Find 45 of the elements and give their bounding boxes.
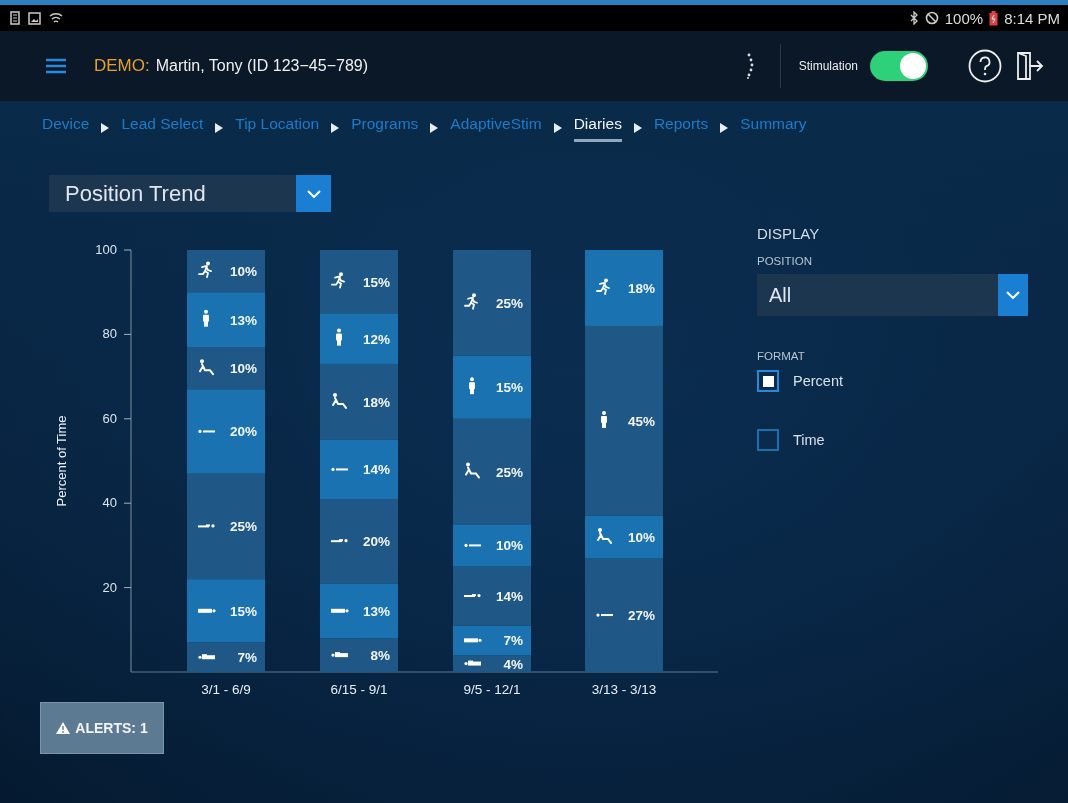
display-heading: DISPLAY <box>757 225 820 242</box>
data-label: 10% <box>627 529 655 545</box>
axis-title: Percent of Time <box>54 415 69 507</box>
data-label: 7% <box>503 633 523 649</box>
data-label: 15% <box>495 380 523 396</box>
data-label: 20% <box>229 424 257 440</box>
data-label: 4% <box>503 656 523 672</box>
data-label: 25% <box>495 464 523 480</box>
data-label: 18% <box>627 281 655 296</box>
tick-label: 40 <box>102 495 117 511</box>
checkbox-label: Percent <box>793 373 843 389</box>
tick-label: 20 <box>102 579 117 595</box>
category-label: 6/15 - 9/1 <box>330 682 388 697</box>
data-label: 45% <box>627 413 655 429</box>
category-label: 3/13 - 3/13 <box>591 682 657 697</box>
tick-label: 100 <box>95 242 117 257</box>
tick-label: 80 <box>102 326 117 342</box>
tick-label: 60 <box>102 410 117 426</box>
data-label: 15% <box>362 274 390 290</box>
checkbox-label: Time <box>793 432 825 448</box>
demo-label: DEMO: <box>94 56 150 76</box>
data-label: 25% <box>229 519 257 535</box>
data-label: 18% <box>362 394 390 410</box>
patient-name: Martin, Tony (ID 123−45−789) <box>155 57 368 75</box>
data-label: 12% <box>362 331 390 347</box>
category-label: 9/5 - 12/1 <box>463 682 521 697</box>
position-label: POSITION <box>757 255 812 267</box>
data-label: 10% <box>229 264 257 280</box>
data-label: 25% <box>495 295 523 311</box>
category-label: 3/1 - 6/9 <box>201 682 251 697</box>
data-label: 8% <box>370 648 390 664</box>
data-label: 13% <box>362 603 390 619</box>
stimulation-label: Stimulation <box>798 59 858 73</box>
format-label: FORMAT <box>757 350 805 362</box>
data-label: 15% <box>229 603 257 619</box>
data-label: 13% <box>229 312 257 328</box>
data-label: 27% <box>627 608 655 624</box>
battery-level: 100% <box>944 9 984 27</box>
data-label: 10% <box>229 361 257 377</box>
data-label: 10% <box>495 538 523 554</box>
data-label: 20% <box>362 534 390 550</box>
data-label: 14% <box>362 462 390 478</box>
data-label: 7% <box>237 650 257 666</box>
data-label: 14% <box>495 589 523 605</box>
clock: 8:14 PM <box>1004 9 1060 27</box>
